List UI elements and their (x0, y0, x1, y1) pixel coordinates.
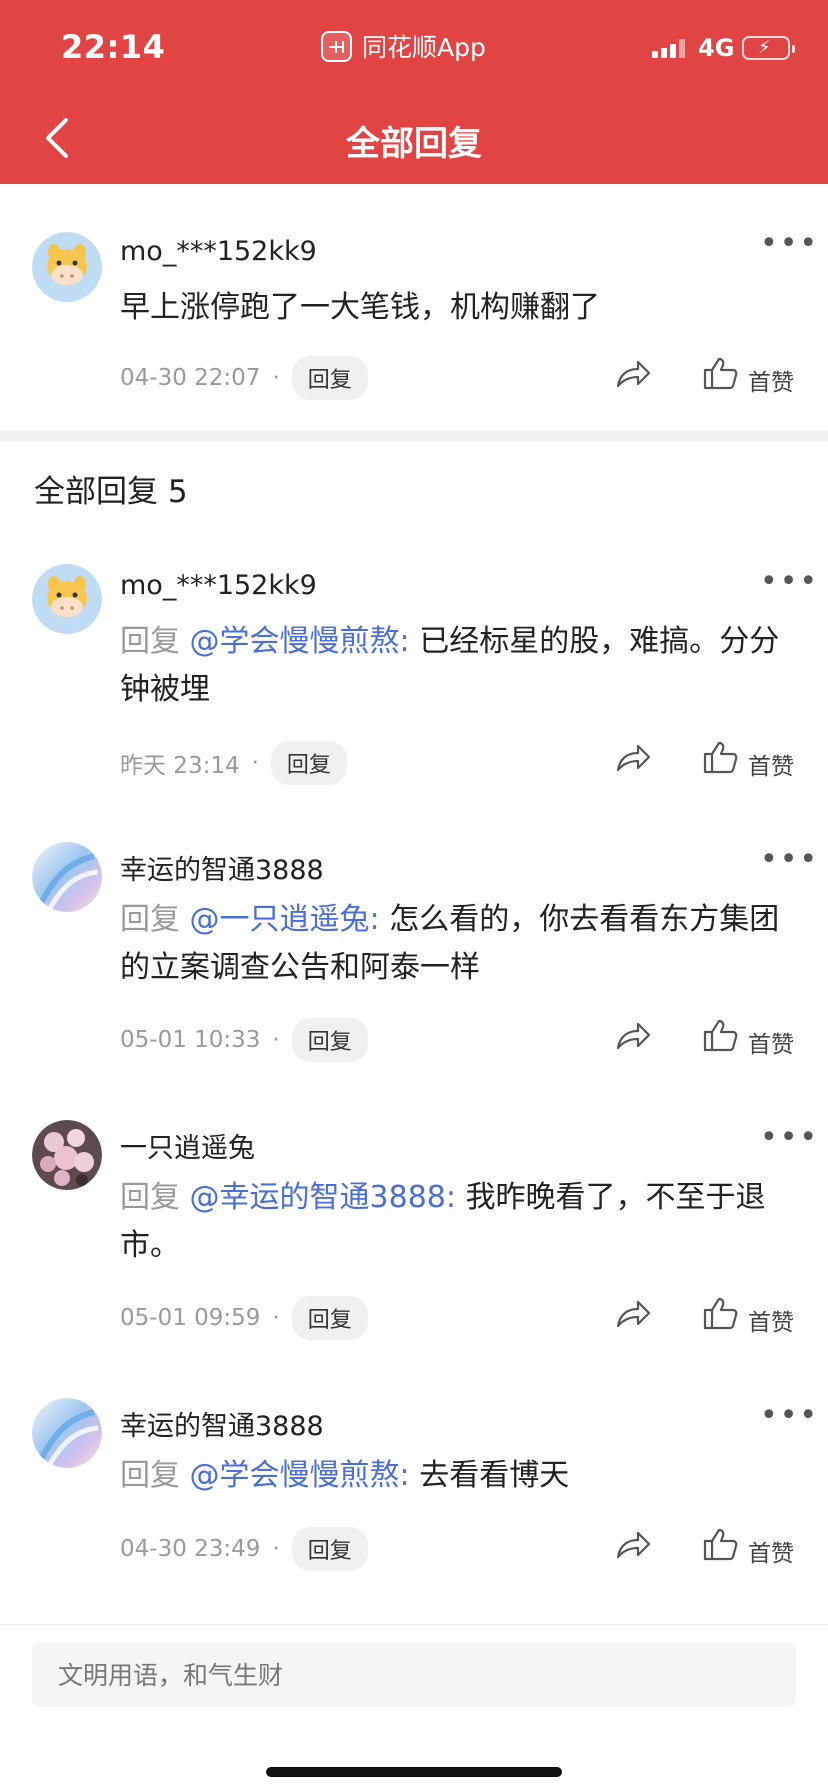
like-label[interactable]: 首赞 (748, 1303, 794, 1337)
username[interactable]: 一只逍遥兔 (120, 1126, 255, 1165)
share-arrow-icon[interactable] (614, 742, 652, 774)
reply-button[interactable]: 回复 (291, 356, 368, 400)
main-comment: mo_***152kk9 ••• 早上涨停跑了一大笔钱，机构赚翻了 04-30 … (0, 184, 828, 430)
more-dots-icon[interactable]: ••• (760, 229, 819, 259)
share-arrow-icon[interactable] (614, 1529, 652, 1561)
home-indicator[interactable] (266, 1767, 562, 1777)
thumbs-up-icon[interactable] (702, 1296, 738, 1330)
username[interactable]: 幸运的智通3888 (120, 1404, 324, 1443)
avatar[interactable] (32, 564, 102, 634)
status-app-name: 同花顺App (362, 33, 486, 62)
mention-link[interactable]: @一只逍遥兔: (190, 902, 380, 937)
comment-meta: 05-01 09:59 · 回复 (120, 1296, 368, 1340)
reply-button[interactable]: 回复 (291, 1527, 368, 1571)
reply-button[interactable]: 回复 (291, 1296, 368, 1340)
signal-icon (652, 39, 685, 58)
page-title: 全部回复 (346, 124, 482, 164)
abstract-avatar-icon (32, 842, 102, 912)
reply-prefix: 回复 (120, 1180, 180, 1215)
more-dots-icon[interactable]: ••• (760, 845, 819, 875)
avatar[interactable] (32, 1398, 102, 1468)
comment-meta: 04-30 22:07 · 回复 (120, 356, 368, 400)
separator-dot: · (272, 1027, 280, 1053)
abstract-avatar-icon (32, 1398, 102, 1468)
timestamp: 04-30 22:07 (120, 365, 261, 391)
more-dots-icon[interactable]: ••• (760, 567, 819, 597)
cow-avatar-icon (32, 564, 102, 634)
reply-prefix: 回复 (120, 1458, 180, 1493)
network-type: 4G (698, 34, 735, 62)
flower-avatar-icon (32, 1120, 102, 1190)
comment-text: 回复 @学会慢慢煎熬: 已经标星的股，难搞。分分钟被埋 (120, 618, 800, 714)
mention-link[interactable]: @学会慢慢煎熬: (190, 624, 410, 659)
avatar[interactable] (32, 842, 102, 912)
thumbs-up-icon[interactable] (702, 356, 738, 390)
app-header: 22:14 同花顺App 4G ⚡ 全部回复 (0, 0, 828, 184)
share-arrow-icon[interactable] (614, 358, 652, 390)
username[interactable]: 幸运的智通3888 (120, 848, 324, 887)
like-label[interactable]: 首赞 (748, 363, 794, 397)
separator-dot: · (272, 365, 280, 391)
thumbs-up-icon[interactable] (702, 1527, 738, 1561)
avatar[interactable] (32, 232, 102, 302)
comment-text: 回复 @学会慢慢煎熬: 去看看博天 (120, 1452, 800, 1500)
replies-section-title: 全部回复 5 (34, 474, 188, 510)
avatar[interactable] (32, 1120, 102, 1190)
username[interactable]: mo_***152kk9 (120, 236, 317, 267)
like-label[interactable]: 首赞 (748, 1534, 794, 1568)
comment-input-bar (0, 1624, 828, 1792)
separator-dot: · (251, 750, 259, 776)
status-time: 22:14 (61, 28, 166, 66)
battery-icon: ⚡ (742, 36, 795, 60)
timestamp: 05-01 09:59 (120, 1305, 261, 1331)
reply-prefix: 回复 (120, 624, 180, 659)
reply-button[interactable]: 回复 (291, 1018, 368, 1062)
timestamp: 昨天 23:14 (120, 753, 240, 779)
comment-text: 早上涨停跑了一大笔钱，机构赚翻了 (120, 290, 600, 325)
separator-dot: · (272, 1305, 280, 1331)
mention-link[interactable]: @学会慢慢煎熬: (190, 1458, 410, 1493)
mention-link[interactable]: @幸运的智通3888: (190, 1180, 456, 1215)
comment-meta: 昨天 23:14 · 回复 (120, 741, 347, 785)
section-divider (0, 430, 828, 442)
share-arrow-icon[interactable] (614, 1298, 652, 1330)
reply-text: 去看看博天 (419, 1458, 570, 1493)
comment-meta: 05-01 10:33 · 回复 (120, 1018, 368, 1062)
cow-avatar-icon (32, 232, 102, 302)
share-arrow-icon[interactable] (614, 1020, 652, 1052)
more-dots-icon[interactable]: ••• (760, 1401, 819, 1431)
comment-text: 回复 @幸运的智通3888: 我昨晚看了，不至于退市。 (120, 1174, 800, 1270)
username[interactable]: mo_***152kk9 (120, 570, 317, 601)
app-logo-icon (321, 30, 352, 62)
timestamp: 05-01 10:33 (120, 1027, 261, 1053)
reply-prefix: 回复 (120, 902, 180, 937)
separator-dot: · (272, 1536, 280, 1562)
app-indicator[interactable]: 同花顺App (321, 28, 486, 64)
thumbs-up-icon[interactable] (702, 1018, 738, 1052)
thumbs-up-icon[interactable] (702, 740, 738, 774)
comment-meta: 04-30 23:49 · 回复 (120, 1527, 368, 1571)
like-label[interactable]: 首赞 (748, 1025, 794, 1059)
comment-text: 回复 @一只逍遥兔: 怎么看的，你去看看东方集团的立案调查公告和阿泰一样 (120, 896, 800, 992)
comment-input[interactable] (32, 1643, 796, 1707)
like-label[interactable]: 首赞 (748, 747, 794, 781)
timestamp: 04-30 23:49 (120, 1536, 261, 1562)
more-dots-icon[interactable]: ••• (760, 1123, 819, 1153)
reply-button[interactable]: 回复 (270, 741, 347, 785)
